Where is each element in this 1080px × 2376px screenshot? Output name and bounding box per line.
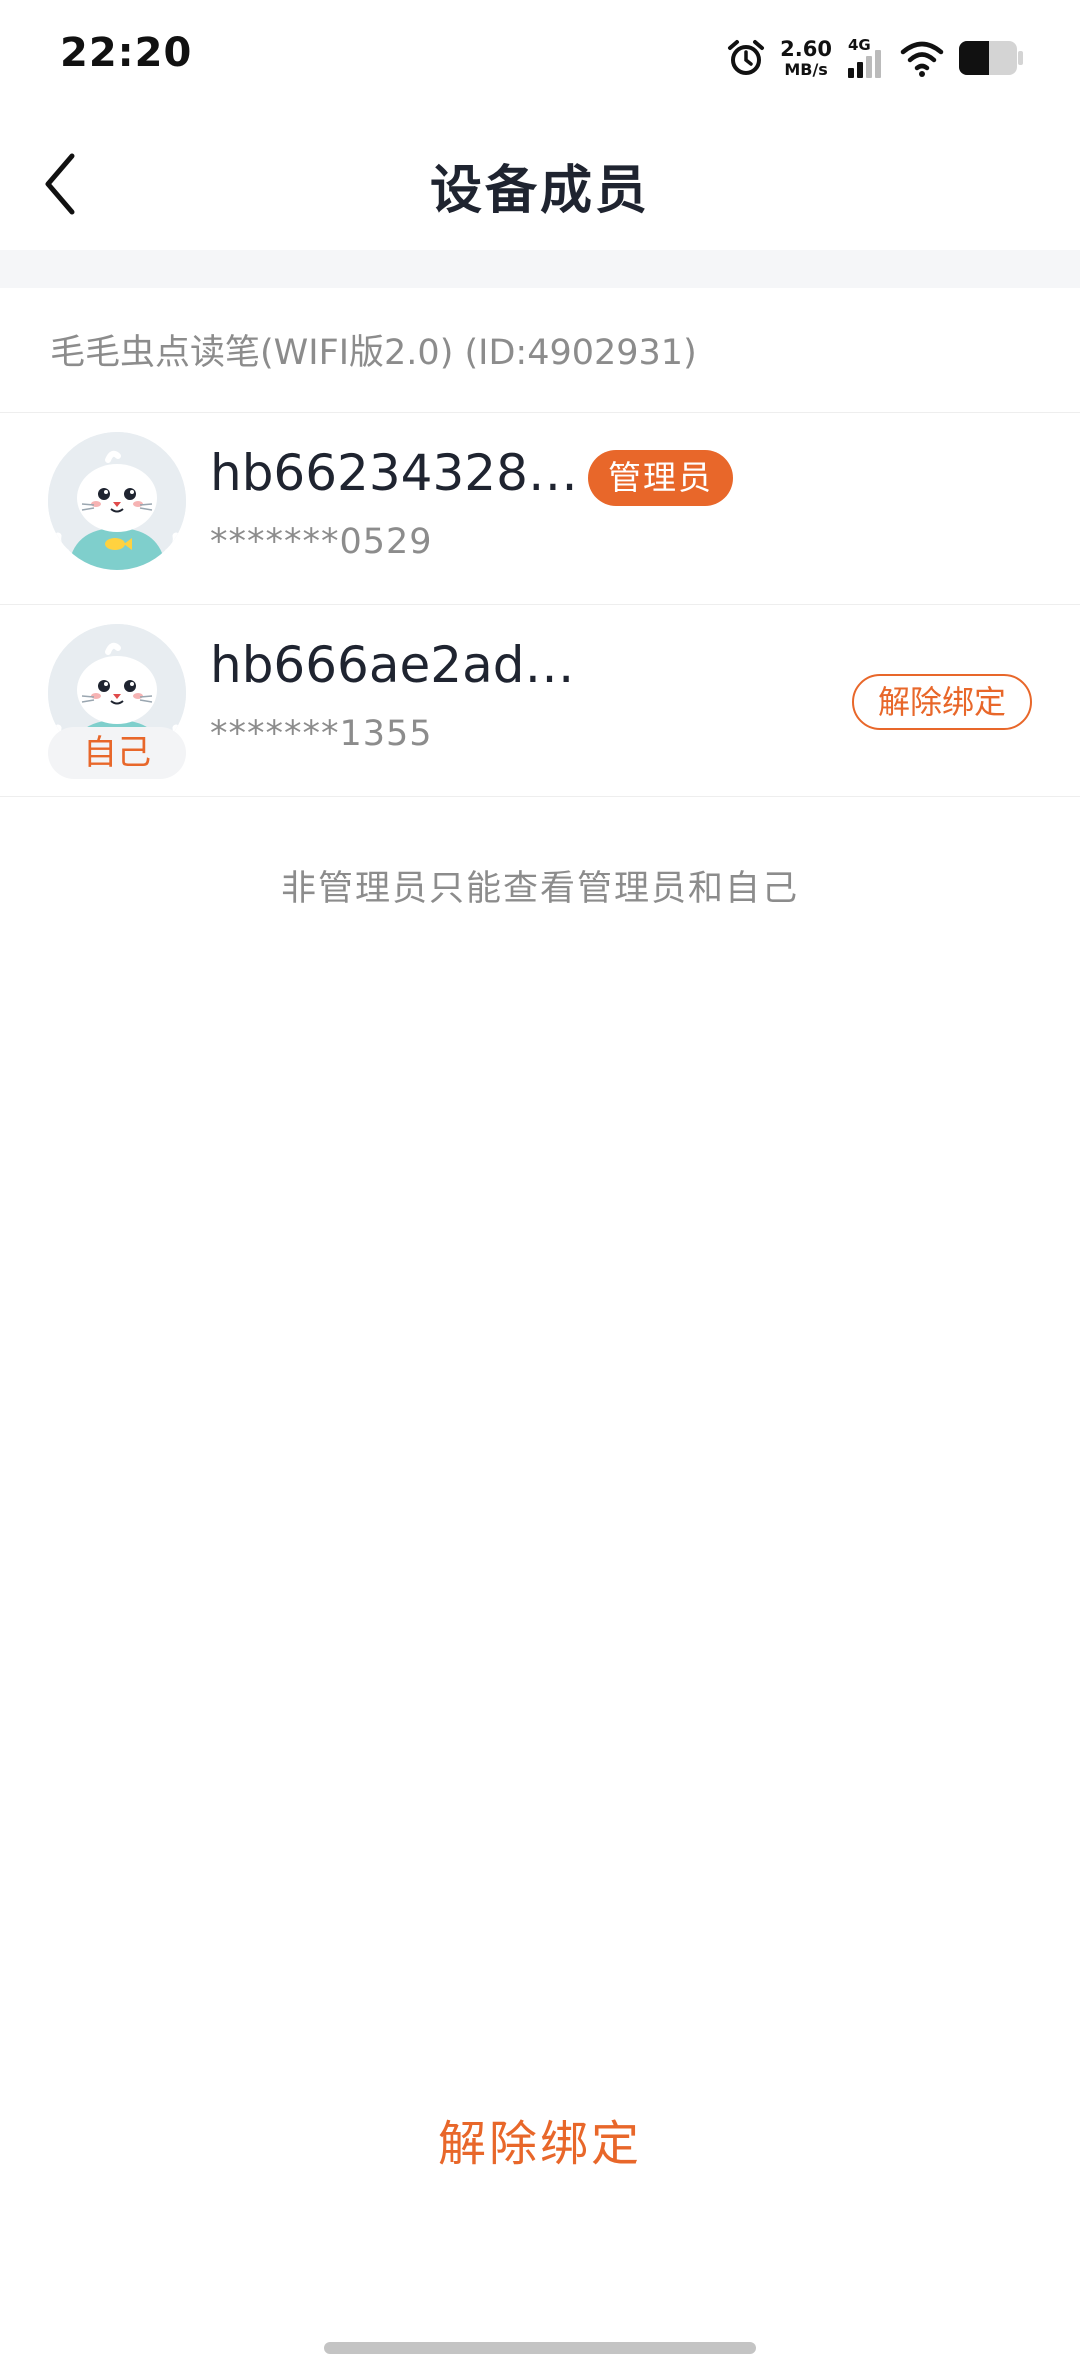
self-badge: 自己 xyxy=(48,727,186,779)
network-speed: 2.60 MB/s xyxy=(780,36,832,79)
unbind-member-button[interactable]: 解除绑定 xyxy=(852,674,1032,730)
status-icons: 2.60 MB/s 4G xyxy=(712,34,1024,82)
admin-role-badge: 管理员 xyxy=(588,450,733,506)
avatar xyxy=(48,432,186,570)
wifi-icon xyxy=(900,41,944,77)
member-row[interactable]: hb66234328… 管理员 *******0529 xyxy=(0,414,1080,605)
network-speed-unit: MB/s xyxy=(784,59,828,79)
member-phone: *******1355 xyxy=(210,714,433,754)
status-bar: 22:20 2.60 MB/s 4G xyxy=(0,0,1080,118)
signal-strength: 4G xyxy=(846,36,886,80)
status-time: 22:20 xyxy=(60,30,193,76)
alarm-icon xyxy=(728,40,765,75)
member-name: hb666ae2ad… xyxy=(210,636,575,694)
signal-icon xyxy=(848,50,881,78)
page-title: 设备成员 xyxy=(429,161,650,221)
device-name: 毛毛虫点读笔(WIFI版2.0) (ID:4902931) xyxy=(50,333,697,373)
network-speed-value: 2.60 xyxy=(780,36,832,61)
section-divider xyxy=(0,250,1080,288)
unbind-device-button[interactable]: 解除绑定 xyxy=(340,2104,740,2174)
seal-avatar-icon xyxy=(48,432,186,570)
header: 设备成员 xyxy=(0,118,1080,250)
member-name: hb66234328… xyxy=(210,444,578,502)
member-row[interactable]: 自己 hb666ae2ad… *******1355 解除绑定 xyxy=(0,606,1080,797)
member-phone: *******0529 xyxy=(210,522,433,562)
permission-hint: 非管理员只能查看管理员和自己 xyxy=(280,869,799,909)
battery-icon xyxy=(959,41,1023,75)
device-info-row: 毛毛虫点读笔(WIFI版2.0) (ID:4902931) xyxy=(0,288,1080,413)
home-indicator[interactable] xyxy=(324,2342,756,2354)
